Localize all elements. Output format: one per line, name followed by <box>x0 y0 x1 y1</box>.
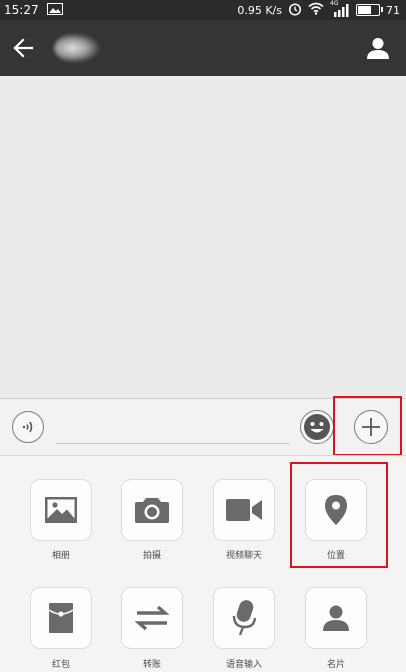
contact-avatar-blurred <box>54 33 100 63</box>
photo-icon <box>45 497 77 523</box>
panel-label-red-packet: 红包 <box>51 660 70 670</box>
status-time: 15:27 <box>4 3 39 17</box>
signal-icon: 4G <box>330 0 350 17</box>
panel-item-album[interactable] <box>30 479 92 541</box>
camera-icon <box>135 498 169 523</box>
panel-item-voice-input[interactable] <box>213 587 275 649</box>
panel-label-transfer: 转账 <box>142 660 161 670</box>
network-speed: 0.95 K/s <box>237 3 282 17</box>
smiley-icon <box>304 414 330 440</box>
image-notification-icon <box>46 2 63 18</box>
panel-label-album: 相册 <box>51 551 70 561</box>
chat-info-button[interactable] <box>350 20 406 76</box>
microphone-icon <box>232 600 257 636</box>
back-button[interactable] <box>0 20 46 76</box>
chat-header <box>0 20 406 76</box>
transfer-arrows-icon <box>135 605 169 631</box>
panel-item-business-card[interactable] <box>305 587 367 649</box>
panel-item-camera[interactable] <box>121 479 183 541</box>
message-list[interactable] <box>0 76 406 398</box>
battery-percent: 71 <box>386 3 400 17</box>
battery-icon <box>356 4 383 16</box>
video-camera-icon <box>226 499 262 521</box>
highlight-location-item <box>290 462 388 568</box>
panel-label-camera: 拍摄 <box>142 551 161 561</box>
voice-toggle-button[interactable] <box>12 411 44 443</box>
person-icon <box>367 38 389 59</box>
emoji-button[interactable] <box>300 410 334 444</box>
back-arrow-icon <box>13 38 34 58</box>
panel-item-video-chat[interactable] <box>213 479 275 541</box>
red-envelope-icon <box>48 603 74 633</box>
wifi-icon <box>308 2 324 18</box>
message-input[interactable] <box>56 409 290 444</box>
panel-item-red-packet[interactable] <box>30 587 92 649</box>
panel-item-transfer[interactable] <box>121 587 183 649</box>
voice-icon <box>22 421 33 433</box>
status-bar: 15:27 0.95 K/s 4G 71 <box>0 0 406 20</box>
alarm-icon <box>288 2 302 19</box>
panel-label-voice-input: 语音输入 <box>225 660 262 670</box>
panel-label-business-card: 名片 <box>326 660 345 670</box>
panel-label-video-chat: 视频聊天 <box>225 551 262 561</box>
highlight-plus-button <box>333 396 402 456</box>
contact-card-icon <box>323 605 349 631</box>
